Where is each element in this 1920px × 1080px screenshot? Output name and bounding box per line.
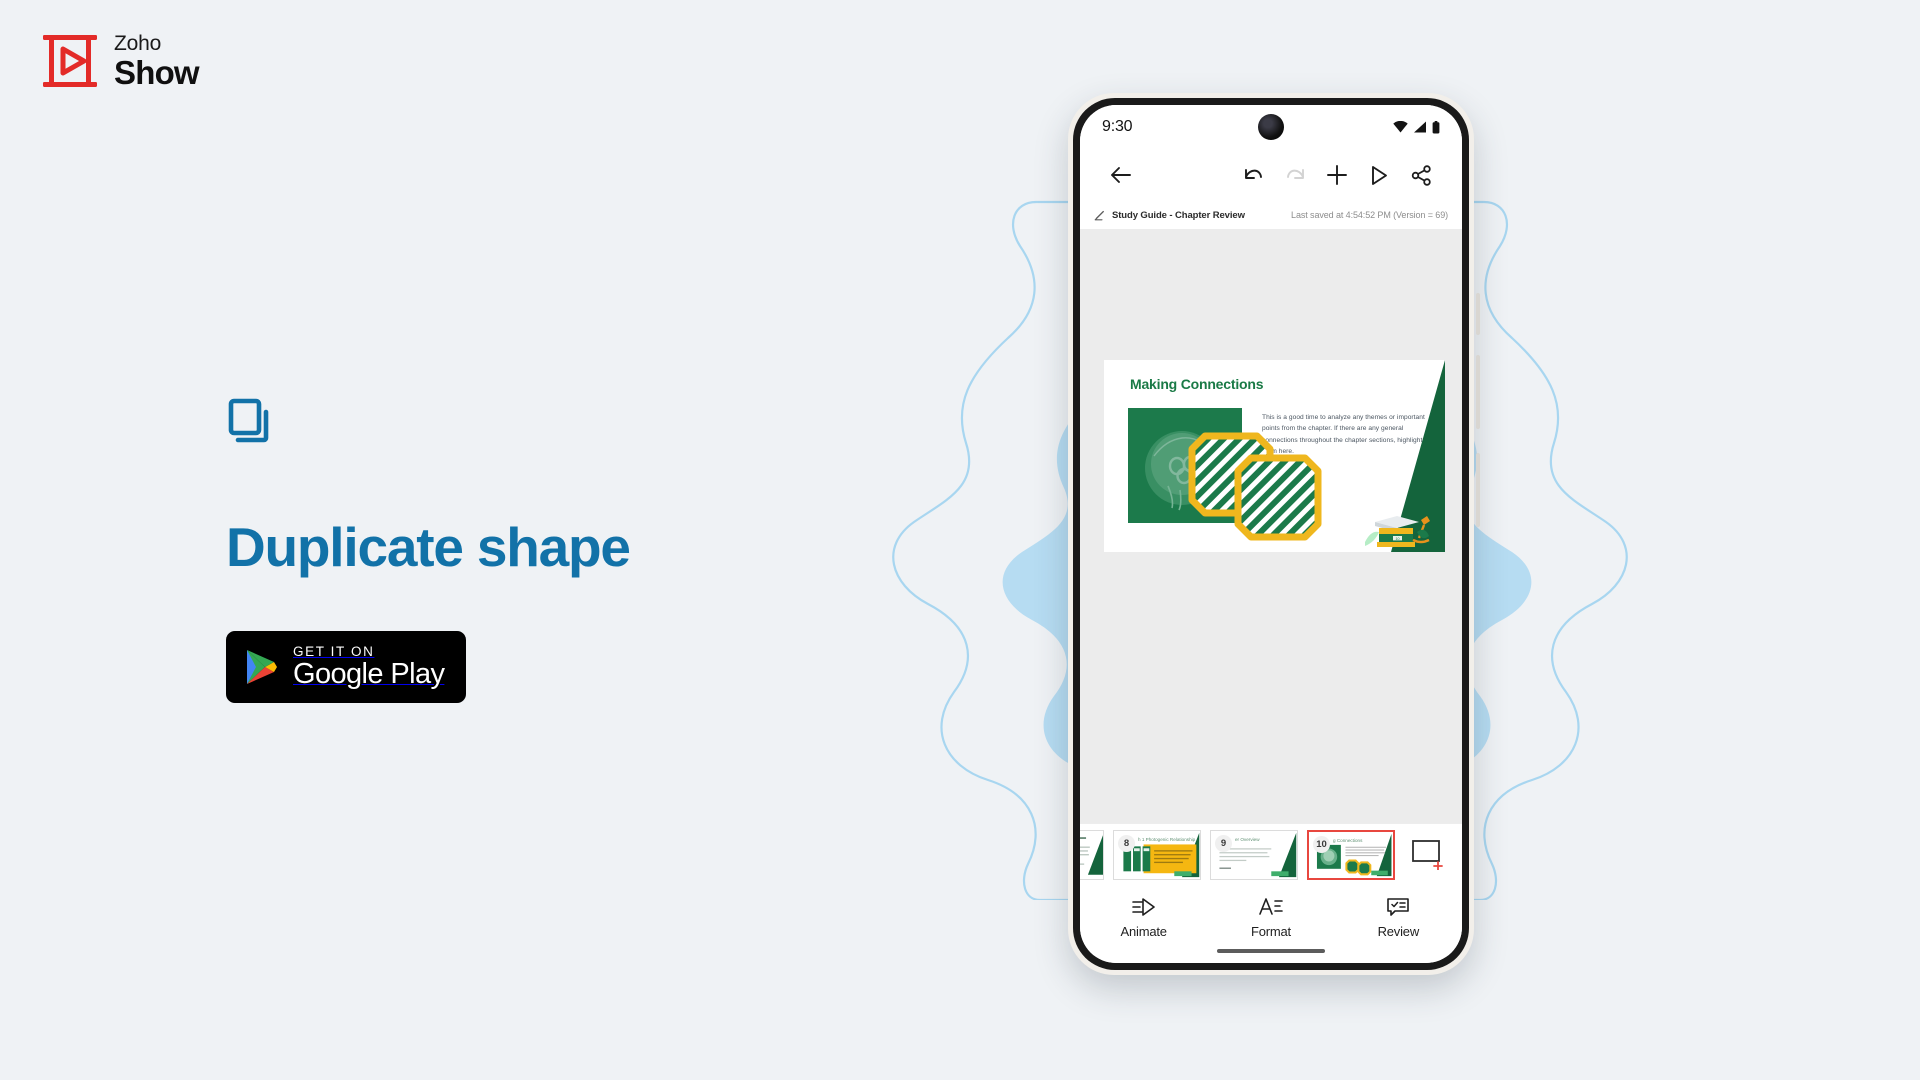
phone-bezel: 9:30 Study Guide - Chapter Review Last s… (1073, 98, 1469, 970)
slide-thumbnail-strip[interactable]: 8 h 1 Photogenic Relationship 9 er Overv… (1080, 823, 1462, 885)
plus-icon[interactable] (1316, 154, 1358, 196)
play-present-icon[interactable] (1358, 154, 1400, 196)
zoho-show-play-logo-icon (43, 35, 97, 87)
review-comment-icon (1387, 898, 1410, 916)
slide-body-text: This is a good time to analyze any theme… (1262, 414, 1425, 455)
google-play-triangle-icon (247, 649, 277, 684)
status-bar: 9:30 (1080, 105, 1462, 149)
octagon-shape-duplicate[interactable] (1234, 454, 1322, 541)
save-status: Last saved at 4:54:52 PM (Version = 69) (1291, 210, 1448, 220)
page-title: Duplicate shape (226, 516, 631, 578)
duplicate-shape-icon (228, 398, 269, 443)
tab-format[interactable]: Format (1221, 896, 1321, 939)
status-time: 9:30 (1102, 118, 1133, 135)
list-item[interactable] (1080, 829, 1104, 880)
slide-canvas[interactable]: Making Connections This is a good time t… (1080, 230, 1462, 823)
bottom-navigation: Animate Format Review (1080, 885, 1462, 963)
pencil-edit-icon[interactable] (1094, 210, 1105, 221)
add-slide-icon[interactable] (1412, 839, 1446, 871)
thumbnail-title: g Connections (1333, 837, 1363, 843)
google-play-badge[interactable]: GET IT ON Google Play (226, 630, 466, 703)
undo-icon[interactable] (1232, 154, 1274, 196)
tab-animate[interactable]: Animate (1094, 896, 1194, 939)
back-arrow-icon[interactable] (1100, 154, 1142, 196)
tab-label: Review (1377, 924, 1420, 939)
list-item-selected[interactable]: 10 g Connections (1307, 829, 1395, 880)
document-title-bar: Study Guide - Chapter Review Last saved … (1080, 201, 1462, 230)
current-slide[interactable]: Making Connections This is a good time t… (1104, 360, 1445, 552)
phone-volume-button[interactable] (1476, 293, 1480, 335)
slide-title: Making Connections (1130, 376, 1264, 392)
list-item[interactable]: 8 h 1 Photogenic Relationship (1113, 829, 1201, 880)
logo-word-show: Show (114, 54, 200, 91)
phone-side-button-lower[interactable] (1476, 453, 1480, 527)
format-text-icon (1259, 898, 1283, 915)
tab-label: Animate (1120, 924, 1167, 939)
logo-word-zoho: Zoho (114, 32, 162, 55)
phone-screen: 9:30 Study Guide - Chapter Review Last s… (1080, 105, 1462, 963)
slide-number: 9 (1215, 834, 1232, 852)
home-gesture-bar[interactable] (1217, 949, 1325, 953)
svg-text:10: 10 (1396, 537, 1400, 541)
zoho-show-logo: Zoho Show (40, 32, 200, 91)
phone-mockup: 9:30 Study Guide - Chapter Review Last s… (1068, 93, 1480, 975)
list-item[interactable]: 9 er Overview (1210, 829, 1298, 880)
tab-review[interactable]: Review (1348, 896, 1448, 939)
punch-hole-camera (1258, 114, 1284, 140)
share-icon[interactable] (1400, 154, 1442, 196)
thumbnail-title: h 1 Photogenic Relationship (1138, 836, 1196, 842)
slide-number: 8 (1118, 834, 1135, 852)
cellular-signal-icon (1414, 121, 1426, 133)
redo-icon (1274, 154, 1316, 196)
tab-label: Format (1250, 924, 1291, 939)
animate-icon (1131, 898, 1155, 916)
wifi-icon (1393, 121, 1408, 133)
store-badge-line2: Google Play (293, 658, 445, 691)
battery-icon (1432, 120, 1440, 133)
slide-number: 10 (1313, 835, 1330, 853)
document-title[interactable]: Study Guide - Chapter Review (1112, 210, 1245, 221)
phone-power-button[interactable] (1476, 355, 1480, 429)
app-toolbar (1080, 149, 1462, 201)
hero-section: Duplicate shape GET IT ON Google Play (226, 396, 866, 703)
store-badge-line1: GET IT ON (293, 644, 375, 660)
thumbnail-title: er Overview (1235, 836, 1260, 842)
books-microscope-illustration: 10 (1365, 516, 1430, 547)
